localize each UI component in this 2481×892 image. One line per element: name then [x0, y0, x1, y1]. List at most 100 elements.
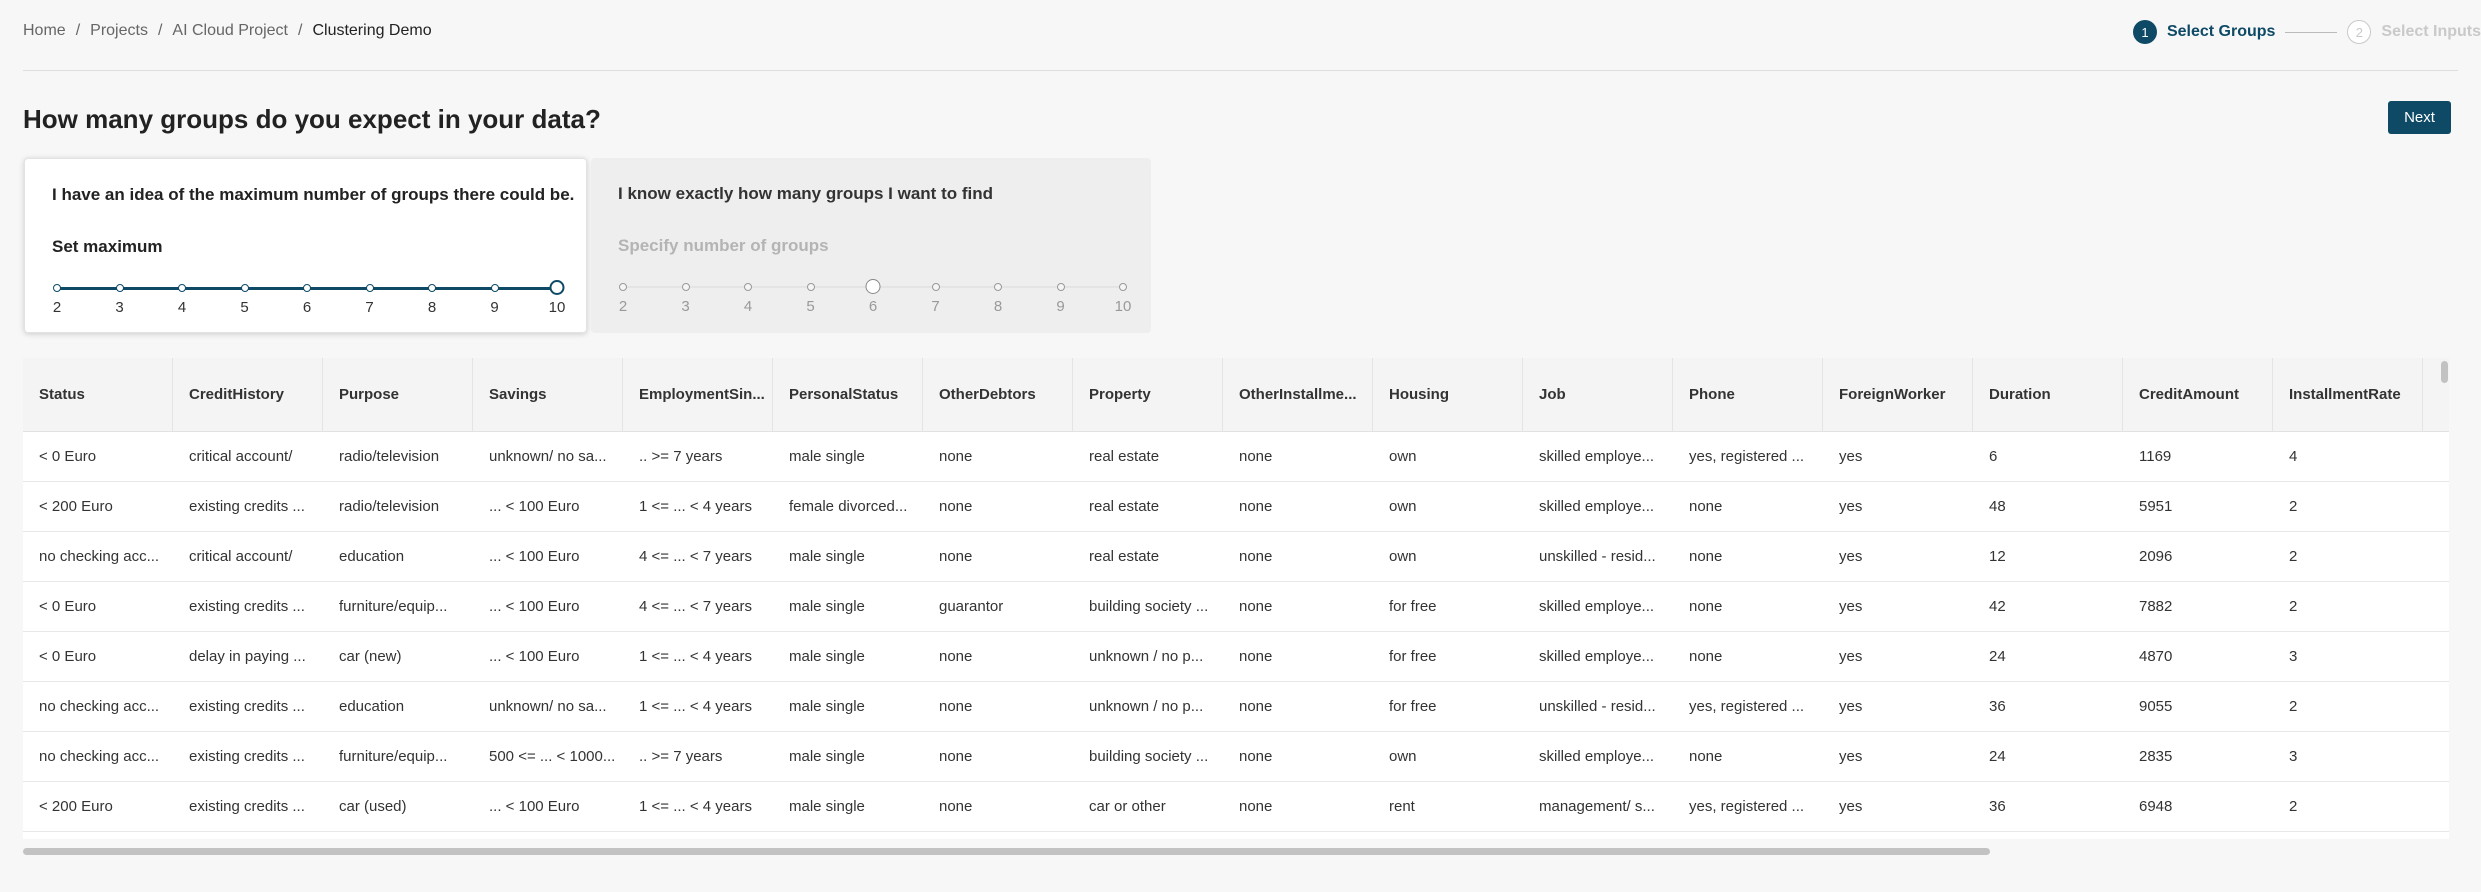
table-cell: 4 [2289, 448, 2298, 465]
slider-tick-label: 4 [743, 298, 753, 315]
horizontal-scrollbar[interactable] [23, 848, 1990, 855]
table-cell: none [939, 448, 973, 465]
slider-tick-label: 2 [618, 298, 628, 315]
table-cell: none [939, 498, 973, 515]
table-cell: existing credits ... [189, 698, 305, 715]
table-cell: real estate [1089, 548, 1160, 565]
slider-tick[interactable] [931, 283, 940, 291]
table-cell: 24 [1989, 648, 2006, 665]
breadcrumb-projects[interactable]: Projects [90, 22, 148, 40]
breadcrumb-ai-cloud-project[interactable]: AI Cloud Project [172, 22, 288, 40]
table-cell: furniture/equip... [339, 598, 448, 615]
table-row: no checking acc... existing credits ... ed… [23, 682, 2449, 732]
table-cell: radio/television [339, 448, 440, 465]
column-header[interactable]: Purpose [323, 358, 473, 431]
table-cell: ... < 100 Euro [489, 548, 580, 565]
slider-tick[interactable] [681, 283, 690, 291]
step-number: 2 [2347, 20, 2372, 44]
slider-tick[interactable] [490, 284, 499, 292]
slider-tick[interactable] [53, 284, 61, 292]
column-header[interactable]: Savings [473, 358, 623, 431]
table-cell: none [939, 748, 973, 765]
table-cell: < 200 Euro [39, 498, 113, 515]
table-cell: none [1689, 598, 1723, 615]
table-cell: radio/television [339, 498, 440, 515]
table-cell: rent [1389, 798, 1415, 815]
option-card-exact[interactable]: I know exactly how many groups I want to… [591, 158, 1151, 333]
column-header[interactable]: EmploymentSin... [623, 358, 773, 431]
table-cell: 3 [2289, 748, 2298, 765]
slider-tick-label: 10 [1114, 298, 1132, 315]
vertical-scrollbar[interactable] [2441, 361, 2448, 383]
table-cell: building society ... [1089, 598, 1209, 615]
slider-tick-label: 2 [52, 299, 62, 316]
table-cell: 24 [1989, 748, 2006, 765]
table-cell: .. >= 7 years [639, 448, 723, 465]
slider-tick[interactable] [1056, 283, 1065, 291]
slider-tick[interactable] [115, 284, 124, 292]
breadcrumb-home[interactable]: Home [23, 22, 66, 40]
wizard-stepper: 1 Select Groups 2 Select Inputs [2132, 20, 2481, 44]
column-header[interactable]: Job [1523, 358, 1673, 431]
table-cell: 1 <= ... < 4 years [639, 498, 752, 515]
column-header[interactable]: Phone [1673, 358, 1823, 431]
table-cell: unknown/ no sa... [489, 698, 607, 715]
table-cell: < 200 Euro [39, 798, 113, 815]
column-header[interactable]: PersonalStatus [773, 358, 923, 431]
table-cell: skilled employe... [1539, 748, 1655, 765]
table-cell: yes [1839, 748, 1863, 765]
table-cell: none [1689, 748, 1723, 765]
table-cell: male single [789, 648, 865, 665]
breadcrumb-separator: / [298, 22, 303, 39]
breadcrumb-current: Clustering Demo [312, 22, 432, 39]
table-cell: existing credits ... [189, 598, 305, 615]
column-header[interactable]: InstallmentRate [2273, 358, 2423, 431]
slider-tick-label: 8 [427, 299, 437, 316]
table-cell: existing credits ... [189, 798, 305, 815]
step-select-inputs[interactable]: 2 Select Inputs [2347, 20, 2481, 44]
slider-tick[interactable] [806, 283, 815, 291]
column-header[interactable]: CreditAmount [2123, 358, 2273, 431]
column-header[interactable]: Housing [1373, 358, 1523, 431]
table-row: < 200 Euro existing credits ... radio/tele… [23, 482, 2449, 532]
table-cell: ... < 100 Euro [489, 598, 580, 615]
column-header[interactable]: Duration [1973, 358, 2123, 431]
table-cell: 4870 [2139, 648, 2173, 665]
slider-tick[interactable] [178, 284, 186, 292]
table-cell: male single [789, 448, 865, 465]
option-card-maximum[interactable]: I have an idea of the maximum number of … [24, 158, 587, 333]
step-select-groups[interactable]: 1 Select Groups [2132, 20, 2275, 44]
maximum-groups-slider[interactable]: 2 3 4 5 6 7 8 9 10 [53, 280, 565, 319]
table-cell: unknown / no p... [1089, 698, 1204, 715]
table-cell: female divorced... [789, 498, 908, 515]
slider-tick[interactable] [994, 283, 1002, 291]
slider-tick[interactable] [303, 284, 311, 292]
step-connector [2285, 31, 2338, 33]
table-cell: own [1389, 498, 1417, 515]
table-cell: 1 <= ... < 4 years [639, 798, 752, 815]
table-cell: furniture/equip... [339, 748, 448, 765]
table-cell: real estate [1089, 448, 1160, 465]
slider-label: Set maximum [52, 237, 163, 256]
slider-tick[interactable] [365, 284, 374, 292]
slider-handle[interactable] [865, 279, 881, 294]
next-button[interactable]: Next [2388, 101, 2451, 134]
exact-groups-slider[interactable]: 2 3 4 5 6 7 8 9 10 [619, 279, 1131, 318]
table-cell: no checking acc... [39, 748, 160, 765]
slider-tick[interactable] [619, 283, 627, 291]
column-header[interactable]: Property [1073, 358, 1223, 431]
table-cell: 1 <= ... < 4 years [639, 648, 752, 665]
slider-tick-label: 7 [365, 299, 374, 316]
column-header[interactable]: OtherDebtors [923, 358, 1073, 431]
slider-tick[interactable] [744, 283, 752, 291]
slider-tick[interactable] [428, 284, 436, 292]
column-header[interactable]: ForeignWorker [1823, 358, 1973, 431]
slider-tick[interactable] [1119, 283, 1127, 291]
slider-handle[interactable] [549, 280, 565, 295]
column-header[interactable]: CreditHistory [173, 358, 323, 431]
slider-tick-label: 7 [931, 298, 940, 315]
column-header[interactable]: Status [23, 358, 173, 431]
column-header[interactable]: OtherInstallme... [1223, 358, 1373, 431]
step-number: 1 [2132, 20, 2157, 44]
slider-tick[interactable] [240, 284, 249, 292]
